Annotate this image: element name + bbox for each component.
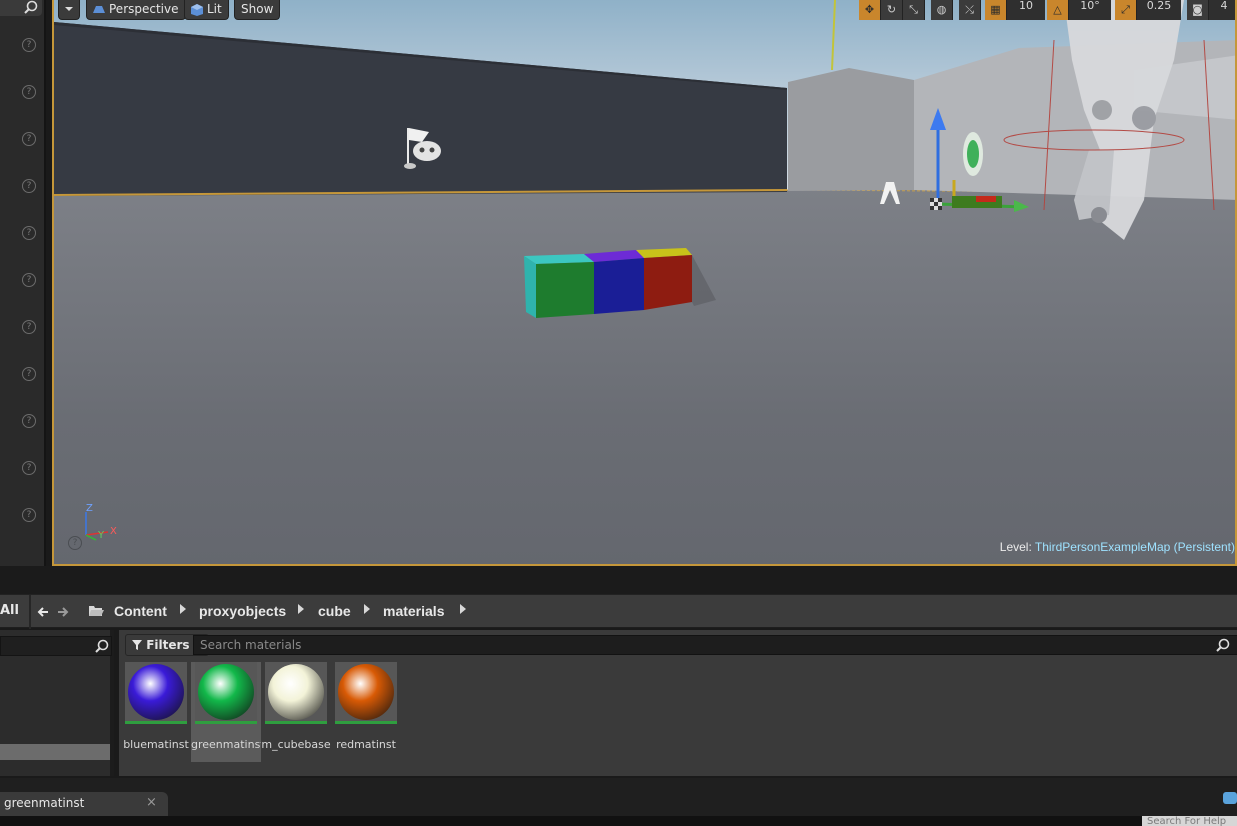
asset-tile-bluematinst[interactable]: bluematinst: [121, 662, 191, 762]
show-label: Show: [241, 2, 274, 16]
world-local-icon[interactable]: ◍: [931, 0, 953, 20]
asset-label: m_cubebase: [261, 738, 331, 751]
sources-scrollbar[interactable]: [0, 744, 110, 760]
breadcrumb-arrow-icon[interactable]: [180, 604, 186, 614]
document-tab-bar: greenmatinst ×: [0, 778, 1237, 816]
asset-label: redmatinst: [336, 738, 396, 751]
translate-mode-icon[interactable]: ✥: [859, 0, 881, 20]
material-sphere: [268, 664, 324, 720]
tab-label: greenmatinst: [4, 796, 85, 810]
material-sphere: [128, 664, 184, 720]
all-sources-label[interactable]: All: [0, 603, 19, 618]
perspective-icon: [93, 6, 105, 13]
tab-greenmatinst[interactable]: greenmatinst ×: [0, 792, 168, 816]
forward-arrow-icon[interactable]: [56, 605, 70, 619]
help-icon[interactable]: ?: [22, 508, 36, 522]
asset-tile-greenmatinst[interactable]: greenmatinst: [191, 662, 261, 762]
rotate-mode-icon[interactable]: ↻: [881, 0, 903, 20]
viewport-options-button[interactable]: [58, 0, 80, 20]
search-icon: [95, 639, 109, 653]
left-details-panel: ? ? ? ? ? ? ? ? ? ? ?: [0, 0, 46, 566]
asset-search-input[interactable]: Search materials: [193, 635, 1237, 655]
cube-row: [524, 248, 716, 318]
folder-open-icon: [89, 606, 104, 616]
help-icon[interactable]: ?: [22, 273, 36, 287]
chevron-down-icon: [65, 7, 73, 11]
scene-geometry: [54, 0, 1235, 541]
lit-label: Lit: [207, 2, 222, 16]
viewport-help-icon[interactable]: ?: [68, 536, 82, 550]
asset-search-placeholder: Search materials: [200, 638, 302, 652]
lit-cube-icon: [191, 4, 203, 16]
material-thumbnail: [125, 662, 187, 724]
panel-divider: [0, 566, 1237, 594]
rotation-snap-icon[interactable]: △: [1047, 0, 1069, 20]
sources-search-input[interactable]: [0, 636, 112, 656]
search-icon: [1216, 638, 1230, 652]
scale-snap-value[interactable]: 0.25: [1137, 0, 1181, 20]
breadcrumb-arrow-icon[interactable]: [460, 604, 466, 614]
perspective-label: Perspective: [109, 2, 179, 16]
axis-x-label: X: [110, 526, 117, 537]
help-icon[interactable]: ?: [22, 367, 36, 381]
back-arrow-icon[interactable]: [36, 605, 50, 619]
asset-label: bluematinst: [123, 738, 189, 751]
material-thumbnail: [335, 662, 397, 724]
material-thumbnail: [265, 662, 327, 724]
scale-mode-icon[interactable]: ⤡: [903, 0, 925, 20]
status-bar: [0, 816, 1237, 826]
material-sphere: [198, 664, 254, 720]
help-icon[interactable]: ?: [22, 85, 36, 99]
asset-tile-m-cubebase[interactable]: m_cubebase: [261, 662, 331, 762]
scale-snap-icon[interactable]: ⤢: [1115, 0, 1137, 20]
grid-snap-icon[interactable]: ▦: [985, 0, 1007, 20]
search-icon: [24, 0, 38, 14]
help-icon[interactable]: ?: [22, 320, 36, 334]
path-bar-divider: [29, 595, 31, 629]
level-prefix: Level:: [999, 540, 1032, 554]
panel-search-button[interactable]: [0, 0, 42, 16]
breadcrumb-arrow-icon[interactable]: [364, 604, 370, 614]
camera-speed-icon[interactable]: ◙: [1187, 0, 1209, 20]
material-sphere: [338, 664, 394, 720]
help-icon[interactable]: ?: [22, 38, 36, 52]
grid-snap-value[interactable]: 10: [1007, 0, 1045, 20]
filter-icon: [132, 640, 142, 650]
asset-tile-redmatinst[interactable]: redmatinst: [331, 662, 401, 762]
camera-speed-value[interactable]: 4: [1209, 0, 1235, 20]
material-thumbnail: [195, 662, 257, 724]
rotation-snap-value[interactable]: 10°: [1069, 0, 1111, 20]
content-browser-path-bar: All Content proxyobjects cube materials: [0, 594, 1237, 629]
surface-snap-icon[interactable]: ⤯: [959, 0, 981, 20]
axis-indicator: [85, 512, 109, 541]
help-search-input[interactable]: Search For Help: [1142, 816, 1237, 826]
close-icon[interactable]: ×: [146, 795, 157, 810]
help-icon[interactable]: ?: [22, 179, 36, 193]
breadcrumb-materials[interactable]: materials: [383, 603, 444, 619]
level-viewport[interactable]: Z Y X ? Perspective Lit Show ✥ ↻ ⤡ ◍ ⤯ ▦…: [52, 0, 1237, 566]
axis-z-label: Z: [86, 503, 93, 514]
perspective-button[interactable]: Perspective: [86, 0, 186, 20]
level-name: ThirdPersonExampleMap (Persistent): [1034, 540, 1235, 554]
chat-bubble-icon[interactable]: [1223, 792, 1237, 804]
sources-panel: [0, 630, 114, 776]
show-button[interactable]: Show: [234, 0, 281, 20]
level-label: Level: ThirdPersonExampleMap (Persistent…: [1000, 540, 1235, 554]
axis-y-label: Y: [98, 530, 105, 541]
help-icon[interactable]: ?: [22, 132, 36, 146]
help-icon[interactable]: ?: [22, 226, 36, 240]
asset-label: greenmatinst: [191, 738, 261, 751]
breadcrumb-cube[interactable]: cube: [318, 603, 351, 619]
breadcrumb-proxyobjects[interactable]: proxyobjects: [199, 603, 286, 619]
help-icon[interactable]: ?: [22, 461, 36, 475]
lit-button[interactable]: Lit: [184, 0, 229, 20]
help-icon[interactable]: ?: [22, 414, 36, 428]
filters-label: Filters: [146, 638, 190, 652]
asset-view-panel: Filters Search materials bluematinst gre…: [118, 630, 1237, 776]
breadcrumb-content[interactable]: Content: [114, 603, 167, 619]
breadcrumb-arrow-icon[interactable]: [298, 604, 304, 614]
